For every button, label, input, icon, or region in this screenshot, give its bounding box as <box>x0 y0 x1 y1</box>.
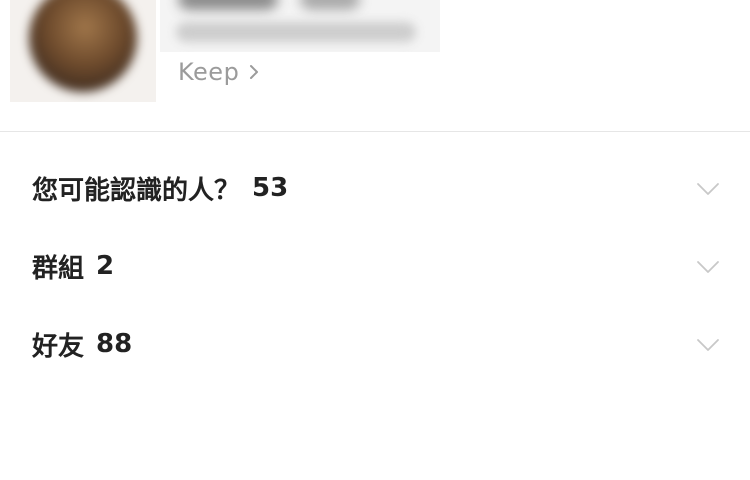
section-count: 88 <box>96 329 133 359</box>
section-count: 53 <box>252 173 289 203</box>
blurred-name-text <box>178 0 278 10</box>
section-title: 群組 2 <box>32 246 114 286</box>
keep-link[interactable]: Keep <box>178 56 261 88</box>
section-count: 2 <box>96 251 115 281</box>
chevron-down-icon[interactable] <box>696 334 720 356</box>
chevron-right-icon <box>250 65 259 79</box>
blurred-status-text <box>176 22 416 42</box>
section-people-you-may-know[interactable]: 您可能認識的人？ 53 <box>0 150 750 228</box>
blurred-name-text-2 <box>300 0 360 10</box>
section-label: 群組 <box>32 253 85 284</box>
profile-name-blurred <box>160 0 440 52</box>
profile-header: Keep <box>0 0 750 131</box>
friend-sections: 您可能認識的人？ 53 群組 2 好友 88 <box>0 150 750 384</box>
chevron-down-icon[interactable] <box>696 256 720 278</box>
header-divider <box>0 131 750 132</box>
friends-page: Keep 您可能認識的人？ 53 群組 2 好友 88 <box>0 0 750 480</box>
keep-label: Keep <box>178 58 240 86</box>
section-title: 您可能認識的人？ 53 <box>32 168 288 208</box>
chevron-down-icon[interactable] <box>696 178 720 200</box>
section-label: 好友 <box>32 331 85 362</box>
section-label: 您可能認識的人？ <box>32 175 241 206</box>
avatar-image <box>29 0 137 92</box>
avatar[interactable] <box>10 0 156 102</box>
section-friends[interactable]: 好友 88 <box>0 306 750 384</box>
section-groups[interactable]: 群組 2 <box>0 228 750 306</box>
section-title: 好友 88 <box>32 324 132 364</box>
